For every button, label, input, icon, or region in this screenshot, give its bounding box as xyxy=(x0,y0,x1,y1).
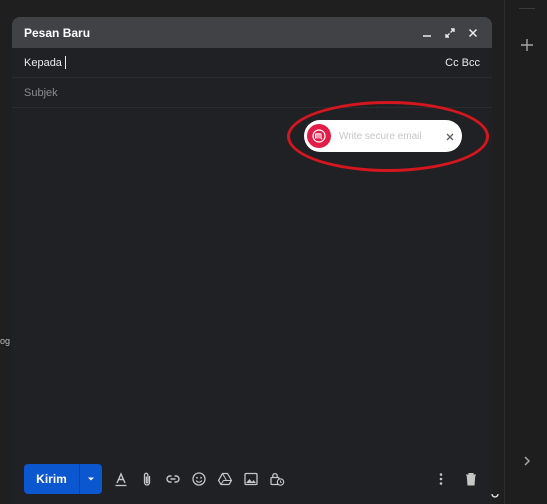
close-icon[interactable] xyxy=(444,130,456,142)
send-group: Kirim xyxy=(24,464,102,494)
screen: og Pesan Baru Kepada Cc Bcc Subjek Write… xyxy=(0,0,547,504)
text-cursor xyxy=(64,56,66,69)
send-button[interactable]: Kirim xyxy=(24,464,80,494)
secure-email-pill[interactable]: Write secure email xyxy=(304,120,462,152)
lock-clock-icon[interactable] xyxy=(268,470,286,488)
attach-icon[interactable] xyxy=(138,470,156,488)
plus-icon[interactable] xyxy=(519,37,535,53)
to-label: Kepada xyxy=(24,56,62,69)
header-actions xyxy=(420,26,480,40)
more-vert-icon[interactable] xyxy=(432,470,450,488)
format-tools xyxy=(112,470,286,488)
minimize-icon[interactable] xyxy=(420,26,434,40)
cc-bcc-link[interactable]: Cc Bcc xyxy=(445,57,480,69)
text-format-icon[interactable] xyxy=(112,470,130,488)
compose-header[interactable]: Pesan Baru xyxy=(12,17,492,48)
send-options-icon[interactable] xyxy=(80,464,102,494)
subject-row[interactable]: Subjek xyxy=(12,78,492,108)
m-logo-icon xyxy=(307,124,331,148)
close-icon[interactable] xyxy=(466,26,480,40)
resize-handle-icon xyxy=(490,486,500,498)
link-icon[interactable] xyxy=(164,470,182,488)
secure-email-input[interactable]: Write secure email xyxy=(339,131,444,142)
toolbar-right xyxy=(432,470,480,488)
compose-title: Pesan Baru xyxy=(24,25,91,40)
expand-icon[interactable] xyxy=(443,26,457,40)
emoji-icon[interactable] xyxy=(190,470,208,488)
side-rail xyxy=(504,0,547,504)
edge-text: og xyxy=(0,336,11,346)
rail-divider xyxy=(519,8,535,9)
chevron-right-icon[interactable] xyxy=(520,454,534,468)
to-row[interactable]: Kepada Cc Bcc xyxy=(12,48,492,78)
trash-icon[interactable] xyxy=(462,470,480,488)
drive-icon[interactable] xyxy=(216,470,234,488)
image-icon[interactable] xyxy=(242,470,260,488)
compose-toolbar: Kirim xyxy=(12,462,492,496)
compose-window: Pesan Baru Kepada Cc Bcc Subjek xyxy=(12,17,492,504)
subject-field[interactable]: Subjek xyxy=(24,87,58,99)
